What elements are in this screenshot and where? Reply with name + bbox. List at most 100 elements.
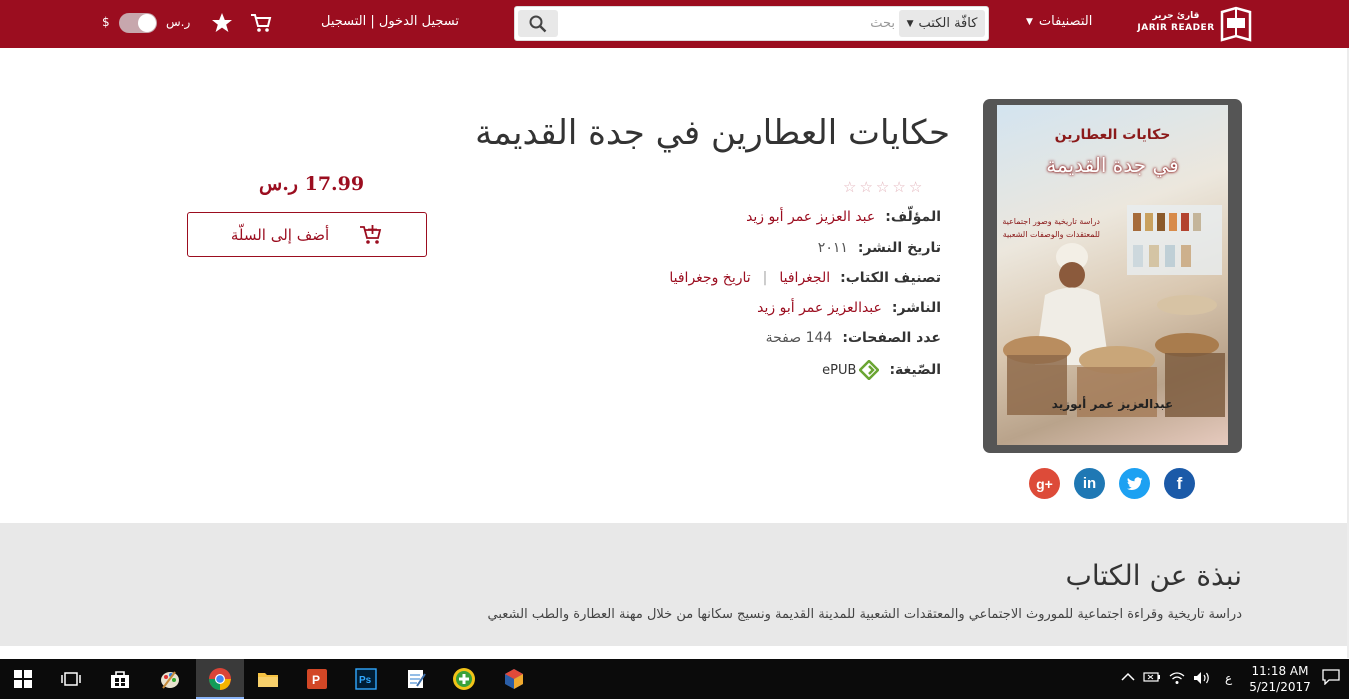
chrome-icon (209, 668, 231, 690)
cube-icon (505, 669, 523, 689)
currency-toggle[interactable] (119, 13, 157, 33)
book-title: حكايات العطارين في جدة القديمة (475, 113, 950, 153)
plus-app-button[interactable] (450, 665, 478, 693)
format-text: ePUB (822, 362, 857, 378)
linkedin-share-button[interactable]: in (1074, 468, 1105, 499)
logo-english: JARIR READER (1137, 23, 1215, 33)
windows-taskbar: P Ps ع 11:18 AM 5/21/2017 (0, 659, 1349, 699)
system-clock[interactable]: 11:18 AM 5/21/2017 (1245, 663, 1315, 695)
photoshop-app-button[interactable]: Ps (352, 665, 380, 693)
cover-artwork: حكايات العطارين في جدة القديمة دراسة تار… (997, 105, 1228, 445)
top-bar: قارئ جرير JARIR READER التصنيفات ▼ كافّة… (0, 0, 1349, 48)
wifi-icon (1169, 672, 1185, 684)
cover-title-line1: حكايات العطارين (1054, 127, 1171, 143)
login-register-link[interactable]: تسجيل الدخول | التسجيل (321, 14, 459, 29)
cube-app-button[interactable] (500, 665, 528, 693)
publish-date: ٢٠١١ (817, 240, 848, 256)
logo-arabic: قارئ جرير (1152, 11, 1200, 21)
add-to-cart-button[interactable]: أضف إلى السلّة (187, 212, 427, 257)
categories-menu[interactable]: التصنيفات ▼ (1026, 14, 1092, 29)
date-label: تاريخ النشر: (857, 240, 941, 256)
cart-icon (251, 14, 272, 32)
plus-circle-icon (453, 668, 475, 690)
logo-text: قارئ جرير JARIR READER (1136, 10, 1216, 34)
powerpoint-app-button[interactable]: P (303, 665, 331, 693)
category-link-history-geography[interactable]: تاريخ وجغرافيا (669, 270, 750, 286)
chrome-app-button[interactable] (206, 665, 234, 693)
start-button[interactable] (9, 665, 37, 693)
format-label: الصّيغة: (889, 362, 941, 378)
add-to-cart-label: أضف إلى السلّة (230, 225, 330, 244)
googleplus-share-button[interactable]: g+ (1029, 468, 1060, 499)
star-icon (212, 13, 232, 32)
star-outline-icon[interactable]: ☆ (876, 178, 889, 196)
about-title: نبذة عن الكتاب (1065, 559, 1242, 592)
jarir-reader-logo[interactable]: قارئ جرير JARIR READER (1136, 4, 1256, 44)
currency-sar-label: ر.س (166, 15, 191, 29)
book-price: 17.99 ر.س (259, 173, 365, 195)
file-explorer-button[interactable] (254, 665, 282, 693)
twitter-share-button[interactable] (1119, 468, 1150, 499)
category-label: تصنيف الكتاب: (840, 270, 941, 286)
input-language-indicator[interactable]: ع (1225, 671, 1232, 685)
star-outline-icon[interactable]: ☆ (859, 178, 872, 196)
categories-label: التصنيفات (1038, 14, 1093, 29)
facebook-icon: f (1176, 473, 1183, 493)
book-logo-icon (1220, 6, 1252, 42)
photoshop-icon: Ps (355, 668, 377, 690)
paint-app-button[interactable] (156, 665, 184, 693)
svg-text:Ps: Ps (359, 675, 372, 686)
search-input[interactable] (561, 10, 901, 37)
facebook-share-button[interactable]: f (1164, 468, 1195, 499)
clock-time: 11:18 AM (1251, 664, 1309, 678)
search-icon (529, 15, 547, 32)
googleplus-icon: g+ (1036, 475, 1053, 492)
book-cover: حكايات العطارين في جدة القديمة دراسة تار… (983, 99, 1242, 453)
volume-button[interactable] (1193, 671, 1211, 688)
author-link[interactable]: عبد العزيز عمر أبو زيد (746, 209, 875, 225)
task-view-button[interactable] (57, 665, 85, 693)
svg-text:P: P (312, 673, 320, 687)
meta-date-row: تاريخ النشر: ٢٠١١ (818, 240, 941, 256)
task-view-icon (61, 672, 81, 686)
epub-icon (859, 360, 880, 380)
star-outline-icon[interactable]: ☆ (843, 178, 856, 196)
about-section: نبذة عن الكتاب دراسة تاريخية وقراءة اجتم… (0, 523, 1347, 646)
separator: | (762, 270, 768, 286)
rating-stars[interactable]: ☆ ☆ ☆ ☆ ☆ (843, 178, 922, 196)
category-link-geography[interactable]: الجغرافيا (779, 270, 830, 286)
meta-pages-row: عدد الصفحات: 144 صفحة (766, 330, 941, 346)
meta-author-row: المؤلّف: عبد العزيز عمر أبو زيد (746, 209, 941, 225)
show-hidden-icons-button[interactable] (1121, 671, 1135, 685)
clock-date: 5/21/2017 (1249, 680, 1311, 694)
chevron-down-icon: ▼ (1026, 16, 1033, 27)
windows-icon (14, 670, 32, 688)
meta-publisher-row: الناشر: عبدالعزيز عمر أبو زيد (757, 300, 941, 316)
search-category-label: كافّة الكتب (918, 16, 978, 31)
favorites-button[interactable] (209, 10, 235, 36)
paint-icon (161, 671, 179, 689)
twitter-icon (1126, 476, 1142, 490)
publisher-link[interactable]: عبدالعزيز عمر أبو زيد (757, 300, 882, 316)
wifi-button[interactable] (1168, 671, 1186, 688)
store-app-button[interactable] (106, 665, 134, 693)
battery-button[interactable] (1143, 671, 1161, 686)
powerpoint-icon: P (307, 669, 327, 689)
search-button[interactable] (518, 10, 558, 37)
action-center-button[interactable] (1322, 669, 1340, 688)
star-outline-icon[interactable]: ☆ (892, 178, 905, 196)
publisher-label: الناشر: (891, 300, 941, 316)
cart-button[interactable] (248, 10, 274, 36)
store-icon (111, 671, 129, 688)
notepad-app-button[interactable] (402, 665, 430, 693)
meta-format-row: الصّيغة: ePUB (822, 360, 941, 380)
linkedin-icon: in (1082, 475, 1097, 492)
notepad-icon (408, 670, 426, 688)
about-text: دراسة تاريخية وقراءة اجتماعية للموروث ال… (487, 607, 1242, 622)
currency-usd-label: $ (102, 15, 110, 29)
star-outline-icon[interactable]: ☆ (909, 178, 922, 196)
cover-subtitle: دراسة تاريخية وصور اجتماعية للمعتقدات وا… (1002, 217, 1100, 239)
search-category-dropdown[interactable]: كافّة الكتب ▼ (899, 10, 985, 37)
notification-icon (1322, 669, 1340, 686)
battery-icon (1143, 672, 1160, 682)
